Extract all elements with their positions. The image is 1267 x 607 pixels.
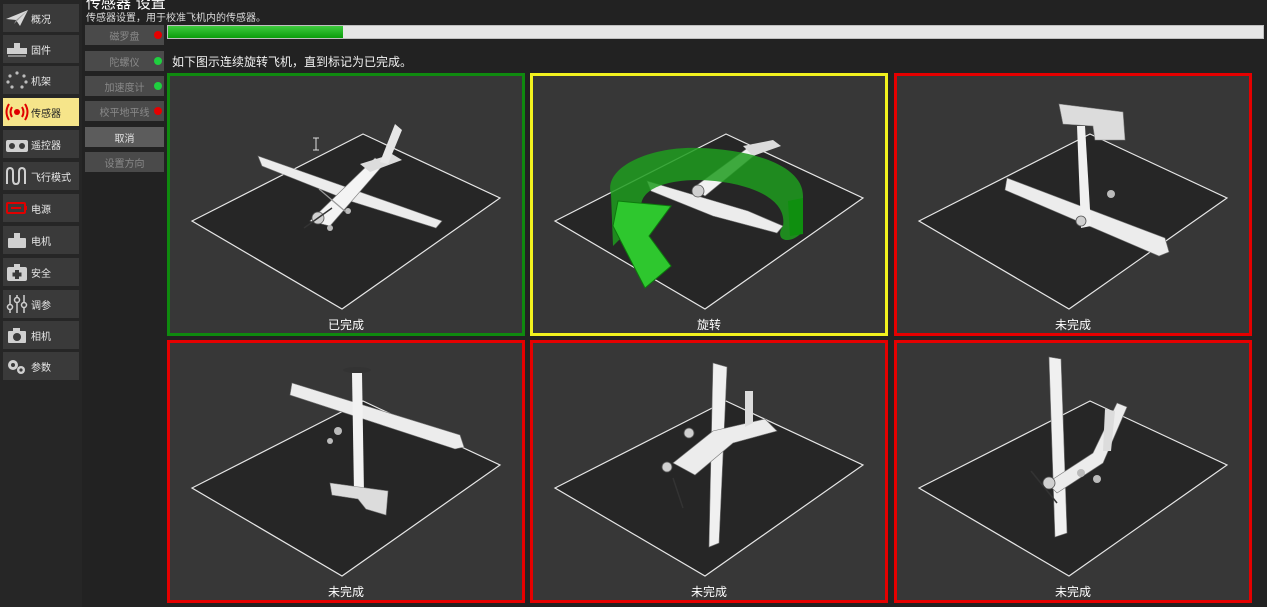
orientation-tile-nose-down: 未完成 — [894, 73, 1252, 336]
nav-label: 相机 — [31, 331, 51, 343]
nav-item-safety[interactable]: 安全 — [3, 258, 79, 286]
nav-item-camera[interactable]: 相机 — [3, 321, 79, 349]
gyroscope-button[interactable]: 陀螺仪 — [85, 51, 164, 71]
tile-status-label: 旋转 — [696, 318, 721, 332]
motor-icon — [3, 226, 31, 254]
tile-status-label: 未完成 — [327, 585, 364, 599]
compass-button[interactable]: 磁罗盘 — [85, 25, 164, 45]
nav-item-radio[interactable]: 遥控器 — [3, 130, 79, 158]
orientation-tile-level: 已完成 — [167, 73, 525, 336]
nav-label: 飞行模式 — [31, 172, 71, 184]
first-aid-kit-icon — [3, 258, 31, 286]
calibration-progress-bar — [167, 25, 1264, 39]
accelerometer-button-label: 加速度计 — [104, 82, 145, 94]
flight-mode-wave-icon — [3, 162, 31, 190]
tile-status-label: 未完成 — [1054, 318, 1091, 332]
sensor-wave-icon — [3, 98, 31, 126]
nav-item-tuning[interactable]: 调参 — [3, 290, 79, 318]
tuning-sliders-icon — [3, 290, 31, 318]
status-dot — [154, 31, 162, 39]
orientation-tile-left-side: 未完成 — [530, 340, 888, 603]
orientation-tile-nose-up: 未完成 — [167, 340, 525, 603]
cursor-i-beam-icon — [313, 137, 319, 151]
setup-sidebar: 概况 固件 机架 传感器 遥控器 飞行模式 电源 电机 安全 调参 相机 参数 — [0, 0, 82, 607]
nav-label: 安全 — [31, 268, 51, 280]
nav-item-parameters[interactable]: 参数 — [3, 352, 79, 380]
firmware-chip-icon — [3, 35, 31, 63]
nav-item-power[interactable]: 电源 — [3, 194, 79, 222]
nav-item-airframe[interactable]: 机架 — [3, 66, 79, 94]
nav-label: 电机 — [31, 236, 51, 248]
gyroscope-button-label: 陀螺仪 — [109, 57, 140, 69]
page-subtitle: 传感器设置，用于校准飞机内的传感器。 — [86, 13, 266, 24]
tile-status-label: 未完成 — [690, 585, 727, 599]
instruction-text: 如下图示连续旋转飞机，直到标记为已完成。 — [172, 55, 413, 69]
level-horizon-button-label: 校平地平线 — [99, 107, 150, 119]
nav-label: 机架 — [31, 76, 51, 88]
gears-icon — [3, 352, 31, 380]
set-orientation-button[interactable]: 设置方向 — [85, 152, 164, 172]
nav-label: 固件 — [31, 45, 51, 57]
nav-item-motors[interactable]: 电机 — [3, 226, 79, 254]
nav-label: 传感器 — [31, 108, 61, 120]
level-horizon-button[interactable]: 校平地平线 — [85, 101, 164, 121]
status-dot — [154, 107, 162, 115]
calibration-progress-fill — [168, 26, 344, 38]
nav-label: 遥控器 — [31, 140, 61, 152]
camera-icon — [3, 321, 31, 349]
status-dot — [154, 57, 162, 65]
nav-label: 参数 — [31, 362, 51, 374]
compass-button-label: 磁罗盘 — [109, 31, 140, 43]
nav-label: 调参 — [31, 300, 51, 312]
nav-label: 概况 — [31, 14, 51, 26]
cancel-button[interactable]: 取消 — [85, 127, 164, 147]
paper-plane-icon — [3, 4, 31, 32]
tile-status-label: 未完成 — [1054, 585, 1091, 599]
sensor-setup-window: 概况 固件 机架 传感器 遥控器 飞行模式 电源 电机 安全 调参 相机 参数 … — [0, 0, 1267, 607]
nav-item-sensors[interactable]: 传感器 — [3, 98, 79, 126]
battery-icon — [3, 194, 31, 222]
status-dot — [154, 82, 162, 90]
airframe-dots-icon — [3, 66, 31, 94]
orientation-tile-right-side: 未完成 — [894, 340, 1252, 603]
nav-item-firmware[interactable]: 固件 — [3, 35, 79, 63]
orientation-tile-rotating: 旋转 — [530, 73, 888, 336]
nav-item-flight-modes[interactable]: 飞行模式 — [3, 162, 79, 190]
tile-status-label: 已完成 — [327, 318, 364, 332]
nav-label: 电源 — [31, 204, 51, 216]
nav-item-summary[interactable]: 概况 — [3, 4, 79, 32]
accelerometer-button[interactable]: 加速度计 — [85, 76, 164, 96]
remote-controller-icon — [3, 130, 31, 158]
